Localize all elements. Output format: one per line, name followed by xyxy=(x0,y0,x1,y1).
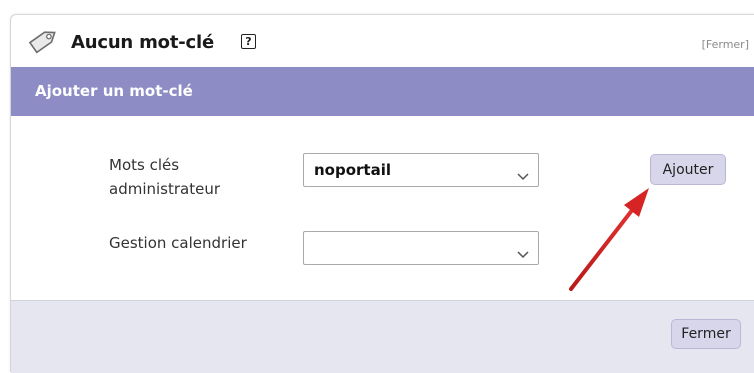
dialog-title: Aucun mot-clé xyxy=(71,32,214,53)
dialog-titlebar: Aucun mot-clé ? [Fermer] xyxy=(11,15,754,67)
close-link[interactable]: [Fermer] xyxy=(702,38,749,51)
close-button[interactable]: Fermer xyxy=(671,319,741,349)
tag-icon xyxy=(27,25,61,59)
admin-keywords-select[interactable]: noportail xyxy=(303,153,539,187)
calendar-label: Gestion calendrier xyxy=(109,234,247,252)
keyword-dialog: Aucun mot-clé ? [Fermer] Ajouter un mot-… xyxy=(10,14,754,373)
chevron-down-icon xyxy=(517,166,529,185)
admin-keywords-label-line2: administrateur xyxy=(109,180,221,198)
admin-keywords-label: Mots clés administrateur xyxy=(109,153,220,201)
chevron-down-icon xyxy=(517,244,529,263)
admin-keywords-label-line1: Mots clés xyxy=(109,156,180,174)
admin-keywords-selected-value: noportail xyxy=(314,161,391,179)
calendar-select[interactable] xyxy=(303,231,539,265)
section-title: Ajouter un mot-clé xyxy=(35,82,193,100)
add-keyword-button[interactable]: Ajouter xyxy=(650,154,726,185)
dialog-footer: Fermer xyxy=(11,300,754,373)
help-icon[interactable]: ? xyxy=(241,34,256,49)
section-header: Ajouter un mot-clé xyxy=(11,67,754,116)
